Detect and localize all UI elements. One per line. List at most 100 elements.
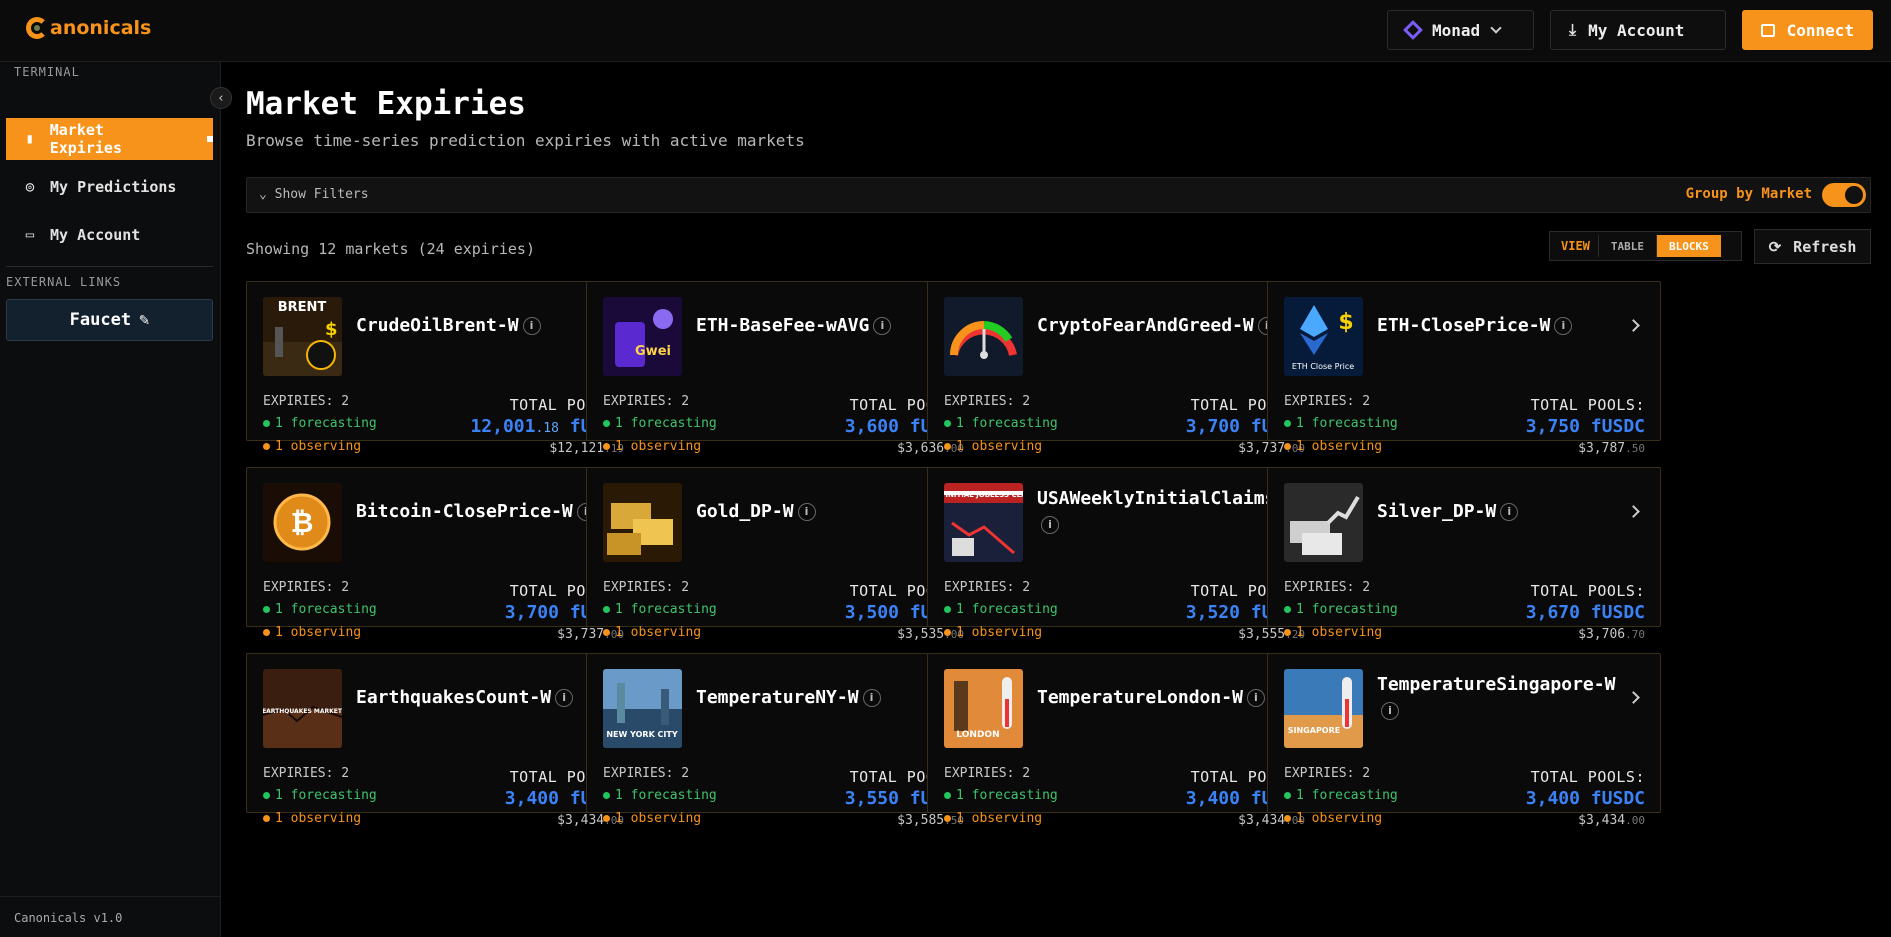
market-card-silver-dp-w[interactable]: Silver_DP-W i EXPIRIES: 2 1 forecasting 1… [1267, 467, 1661, 642]
forecasting-status: 1 forecasting [1284, 602, 1398, 617]
green-dot-icon [1284, 420, 1291, 427]
pool-amount: 3,400 [1185, 788, 1240, 809]
view-blocks-button[interactable]: BLOCKS [1656, 235, 1721, 257]
sidebar-footer-divider [0, 896, 221, 897]
usd-amount: $3,585 [897, 813, 945, 828]
info-icon[interactable]: i [522, 317, 541, 335]
market-card-bitcoin-closeprice-w[interactable]: ₿ Bitcoin-ClosePrice-Wi EXPIRIES: 2 1 fo… [246, 467, 640, 642]
observing-label: 1 observing [1296, 625, 1383, 640]
market-name: CrudeOilBrent-W [356, 315, 519, 336]
market-card-temperaturesingapore-w[interactable]: SINGAPORE TemperatureSingapore-W i EXPIRI… [1267, 653, 1661, 828]
green-dot-icon [603, 792, 610, 799]
pool-amount: 3,600 [844, 416, 899, 437]
info-icon[interactable]: i [1381, 702, 1399, 720]
pool-amount: 3,400 [504, 788, 559, 809]
sidebar-item-market-expiries[interactable]: ▮ Market Expiries [6, 118, 213, 160]
sidebar-item-my-account[interactable]: ▭ My Account [6, 214, 213, 256]
network-selector[interactable]: Monad [1387, 10, 1534, 50]
connect-button[interactable]: Connect [1742, 10, 1873, 50]
svg-text:ETH Close Price: ETH Close Price [1292, 362, 1354, 371]
observing-status: 1 observing [1284, 439, 1382, 454]
orange-dot-icon [1284, 443, 1291, 450]
app-logo[interactable]: anonicals [26, 17, 151, 39]
monad-icon [1403, 20, 1423, 40]
market-card-eth-basefee-wavg[interactable]: Gwei ETH-BaseFee-wAVG i EXPIRIES: 2 1 for… [586, 281, 980, 456]
pool-fraction: .18 [535, 421, 559, 436]
svg-text:₿: ₿ [291, 506, 314, 539]
chevron-down-icon [1490, 22, 1502, 34]
market-card-usaweeklyinitialclaims[interactable]: U.S. INITIAL JOBLESS CLAIMS USAWeeklyIni… [927, 467, 1321, 642]
observing-status: 1 observing [944, 439, 1042, 454]
market-card-crudeoilbrent-w[interactable]: BRENT $ CrudeOilBrent-W i EXPIRIES: 2 1 fo… [246, 281, 640, 456]
market-card-earthquakescount-w[interactable]: EARTHQUAKES MARKET EarthquakesCount-W i E… [246, 653, 640, 828]
expiries-count: EXPIRIES: 2 [263, 394, 350, 409]
forecasting-label: 1 forecasting [615, 416, 717, 431]
svg-text:Gwei: Gwei [635, 344, 671, 359]
svg-text:EARTHQUAKES MARKET: EARTHQUAKES MARKET [263, 708, 342, 715]
info-icon[interactable]: i [555, 689, 574, 707]
info-icon[interactable]: i [1554, 317, 1573, 335]
svg-text:NEW YORK CITY: NEW YORK CITY [606, 730, 678, 739]
total-pools-label: TOTAL POOLS: [1530, 396, 1645, 414]
info-icon[interactable]: i [797, 503, 816, 521]
results-count: Showing 12 markets (24 expiries) [246, 240, 535, 258]
market-card-eth-closeprice-w[interactable]: $ ETH Close Price ETH-ClosePrice-W i EXPIR… [1267, 281, 1661, 456]
market-card-gold-dp-w[interactable]: Gold_DP-W i EXPIRIES: 2 1 forecasting 1 o… [586, 467, 980, 642]
market-name: EarthquakesCount-W [356, 687, 552, 708]
market-name: Bitcoin-ClosePrice-W [356, 501, 573, 522]
info-icon[interactable]: i [1246, 689, 1265, 707]
observing-status: 1 observing [603, 625, 701, 640]
observing-status: 1 observing [263, 439, 361, 454]
market-thumbnail: Gwei [603, 297, 682, 376]
market-thumbnail: U.S. INITIAL JOBLESS CLAIMS [944, 483, 1023, 562]
expiries-count: EXPIRIES: 2 [1284, 580, 1371, 595]
market-name: TemperatureNY-W [696, 687, 859, 708]
market-name: TemperatureSingapore-W [1377, 674, 1616, 695]
info-icon[interactable]: i [1500, 503, 1519, 521]
green-dot-icon [263, 792, 270, 799]
orange-dot-icon [603, 815, 610, 822]
forecasting-status: 1 forecasting [944, 788, 1058, 803]
expiries-count: EXPIRIES: 2 [944, 766, 1031, 781]
market-thumbnail: BRENT $ [263, 297, 342, 376]
forecasting-status: 1 forecasting [603, 788, 717, 803]
market-name: Gold_DP-W [696, 501, 794, 522]
expiries-count: EXPIRIES: 2 [944, 580, 1031, 595]
market-name: Silver_DP-W [1377, 501, 1497, 522]
forecasting-status: 1 forecasting [263, 416, 377, 431]
observing-label: 1 observing [956, 625, 1043, 640]
info-icon[interactable]: i [873, 317, 892, 335]
sidebar-item-my-predictions[interactable]: ◎ My Predictions [6, 166, 213, 208]
info-icon[interactable]: i [862, 689, 881, 707]
svg-text:BRENT: BRENT [278, 300, 327, 315]
observing-status: 1 observing [603, 439, 701, 454]
my-account-button[interactable]: ⤓ My Account [1550, 10, 1726, 50]
show-filters-label: Show Filters [274, 187, 369, 202]
sidebar: TERMINAL ‹ ▮ Market Expiries ◎ My Predic… [0, 62, 232, 937]
chevron-left-icon: ‹ [217, 90, 225, 106]
orange-dot-icon [603, 443, 610, 450]
pool-unit: fUSDC [1579, 602, 1645, 623]
pool-unit: fUSDC [1579, 416, 1645, 437]
sidebar-item-label: My Account [50, 226, 141, 244]
forecasting-label: 1 forecasting [275, 788, 377, 803]
network-label: Monad [1432, 20, 1481, 40]
market-card-temperatureny-w[interactable]: NEW YORK CITY TemperatureNY-W i EXPIRIES:… [586, 653, 980, 828]
page-subtitle: Browse time-series prediction expiries w… [246, 131, 805, 150]
faucet-button[interactable]: Faucet ✎ [6, 299, 213, 341]
market-card-cryptofearandgreed-w[interactable]: CryptoFearAndGreed-Wi EXPIRIES: 2 1 fore… [927, 281, 1321, 456]
market-thumbnail: $ ETH Close Price [1284, 297, 1363, 376]
group-by-market-toggle[interactable] [1822, 183, 1866, 207]
green-dot-icon [1284, 792, 1291, 799]
observing-status: 1 observing [263, 625, 361, 640]
info-icon[interactable]: i [1041, 516, 1059, 534]
refresh-button[interactable]: ⟳ Refresh [1754, 229, 1871, 264]
pool-amount: 3,750 [1525, 416, 1580, 437]
my-account-label: My Account [1588, 20, 1685, 40]
market-name: USAWeeklyInitialClaims [1037, 488, 1276, 509]
show-filters-toggle[interactable]: ⌄ Show Filters [259, 187, 369, 202]
collapse-sidebar-button[interactable]: ‹ [210, 87, 232, 109]
market-card-temperaturelondon-w[interactable]: LONDON TemperatureLondon-W i EXPIRIES: 2 … [927, 653, 1321, 828]
faucet-icon: ✎ [139, 310, 150, 330]
view-table-button[interactable]: TABLE [1597, 235, 1656, 257]
